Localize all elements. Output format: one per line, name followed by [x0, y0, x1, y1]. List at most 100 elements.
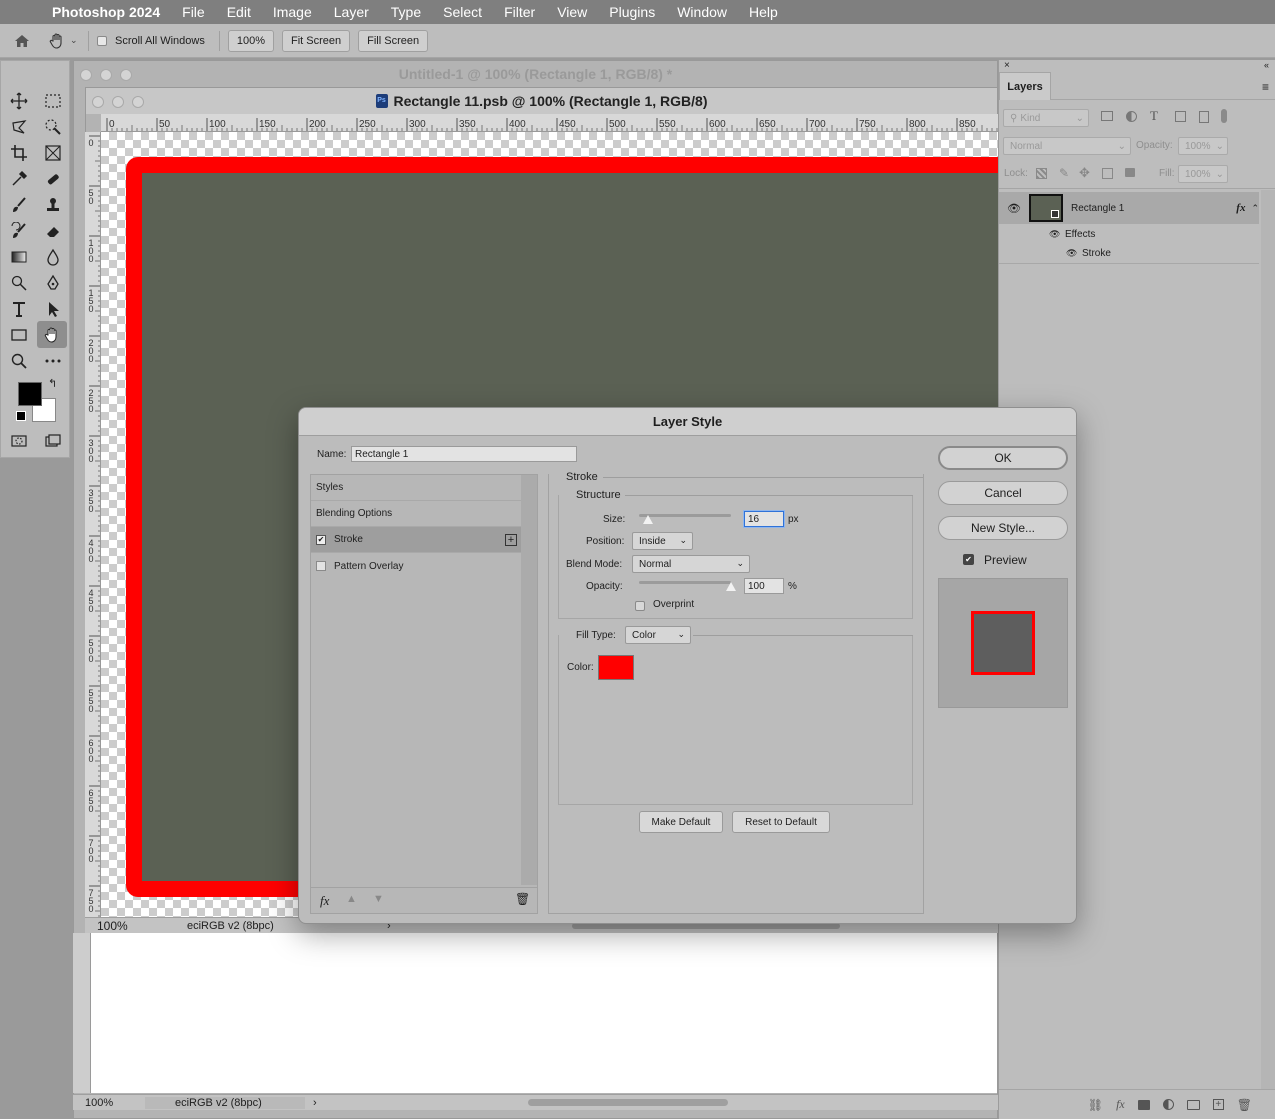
filter-kind-select[interactable]: ⚲ Kind ⌄: [1003, 109, 1089, 127]
make-default-button[interactable]: Make Default: [639, 811, 723, 833]
size-slider-thumb[interactable]: [643, 515, 654, 524]
overprint-checkbox[interactable]: [635, 601, 645, 611]
menu-window[interactable]: Window: [677, 4, 727, 20]
layer-name[interactable]: Rectangle 1: [1071, 203, 1236, 214]
filter-type-icon[interactable]: T: [1150, 108, 1158, 124]
quick-mask-icon[interactable]: [5, 429, 33, 453]
preview-checkbox[interactable]: ✔: [963, 554, 974, 565]
lock-artboard-icon[interactable]: [1102, 168, 1113, 179]
minimize-window-button[interactable]: [100, 69, 112, 81]
move-up-icon[interactable]: ▲: [346, 893, 357, 905]
screen-mode-icon[interactable]: [39, 429, 67, 453]
new-style-button[interactable]: New Style...: [938, 516, 1068, 540]
scroll-all-windows-checkbox[interactable]: [97, 35, 107, 46]
move-down-icon[interactable]: ▼: [373, 893, 384, 905]
filter-smart-object-icon[interactable]: [1199, 111, 1209, 123]
eyedropper-tool-icon[interactable]: [5, 167, 33, 191]
fx-icon[interactable]: fx: [1236, 202, 1245, 214]
size-input[interactable]: 16: [744, 511, 784, 527]
brush-tool-icon[interactable]: [5, 193, 33, 217]
panel-menu-icon[interactable]: ≡: [1262, 80, 1269, 94]
ruler-vertical[interactable]: 0501001502002503003504004505005506006507…: [85, 132, 101, 917]
blur-tool-icon[interactable]: [39, 245, 67, 269]
chevron-right-icon[interactable]: ›: [313, 1097, 317, 1109]
menu-plugins[interactable]: Plugins: [609, 4, 655, 20]
lasso-tool-icon[interactable]: [5, 115, 33, 139]
collapse-panel-icon[interactable]: «: [1264, 60, 1269, 70]
blend-mode-select[interactable]: Normal ⌄: [632, 555, 750, 573]
styles-item-pattern-overlay[interactable]: Pattern Overlay: [311, 553, 521, 579]
horizontal-scrollbar[interactable]: [528, 1099, 728, 1106]
layer-stroke-effect-row[interactable]: 👁 Stroke: [999, 243, 1259, 263]
lock-position-icon[interactable]: ✥: [1079, 165, 1090, 181]
reset-to-default-button[interactable]: Reset to Default: [732, 811, 830, 833]
swap-colors-icon[interactable]: ↰: [48, 377, 57, 390]
back-status-zoom[interactable]: 100%: [85, 1097, 145, 1109]
move-tool-icon[interactable]: [5, 89, 33, 113]
layer-name-input[interactable]: Rectangle 1: [351, 446, 577, 462]
filter-toggle-icon[interactable]: [1221, 109, 1227, 123]
fill-input[interactable]: 100% ⌄: [1178, 165, 1228, 183]
pattern-overlay-checkbox[interactable]: [316, 561, 326, 571]
default-colors-icon[interactable]: [16, 411, 26, 421]
dodge-tool-icon[interactable]: [5, 271, 33, 295]
lock-all-icon[interactable]: [1125, 168, 1135, 177]
minimize-window-button[interactable]: [112, 96, 124, 108]
gradient-tool-icon[interactable]: [5, 245, 33, 269]
eye-icon[interactable]: 👁: [1066, 248, 1082, 259]
close-window-button[interactable]: [80, 69, 92, 81]
crop-tool-icon[interactable]: [5, 141, 33, 165]
rectangle-tool-icon[interactable]: [5, 323, 33, 347]
menu-file[interactable]: File: [182, 4, 205, 20]
back-document-canvas[interactable]: [91, 933, 997, 1093]
zoom-window-button[interactable]: [132, 96, 144, 108]
fit-screen-button[interactable]: Fit Screen: [282, 29, 351, 52]
trash-icon[interactable]: 🗑: [1237, 1098, 1252, 1112]
more-tools-icon[interactable]: [39, 349, 67, 373]
fx-icon[interactable]: fx: [1116, 1097, 1125, 1112]
menu-view[interactable]: View: [557, 4, 587, 20]
link-layers-icon[interactable]: ⛓: [1088, 1098, 1103, 1112]
layer-row-rectangle-1[interactable]: 👁 Rectangle 1 fx ⌃: [999, 192, 1259, 224]
hand-icon[interactable]: [44, 32, 70, 50]
eye-icon[interactable]: 👁: [1049, 229, 1065, 240]
menu-type[interactable]: Type: [391, 4, 421, 20]
trash-icon[interactable]: 🗑: [515, 892, 530, 906]
blend-mode-select[interactable]: Normal ⌄: [1003, 137, 1131, 155]
fx-icon[interactable]: fx: [320, 893, 329, 909]
menu-help[interactable]: Help: [749, 4, 778, 20]
layers-scrollbar[interactable]: [1261, 190, 1275, 1090]
lock-transparent-icon[interactable]: [1036, 168, 1047, 179]
opacity-input[interactable]: 100: [744, 578, 784, 594]
fill-screen-button[interactable]: Fill Screen: [358, 29, 429, 52]
close-panel-icon[interactable]: ×: [1004, 60, 1010, 71]
styles-item-stroke[interactable]: ✔ Stroke +: [311, 527, 521, 553]
fill-type-select[interactable]: Color ⌄: [625, 626, 691, 644]
foreground-color-swatch[interactable]: [18, 382, 42, 406]
healing-brush-tool-icon[interactable]: [39, 167, 67, 191]
menu-image[interactable]: Image: [273, 4, 312, 20]
zoom-tool-icon[interactable]: [5, 349, 33, 373]
filter-pixel-icon[interactable]: [1101, 111, 1113, 121]
cancel-button[interactable]: Cancel: [938, 481, 1068, 505]
styles-list-scrollbar[interactable]: [521, 475, 537, 885]
eye-icon[interactable]: 👁: [999, 202, 1029, 215]
home-icon[interactable]: [0, 32, 44, 50]
path-selection-tool-icon[interactable]: [39, 297, 67, 321]
filter-adjustment-icon[interactable]: [1126, 111, 1137, 122]
pen-tool-icon[interactable]: [39, 271, 67, 295]
ruler-horizontal[interactable]: 0 50 100 150 200 250 300 350 400 450 500 550 600 650 7…: [101, 114, 998, 132]
chevron-down-icon[interactable]: ⌄: [70, 35, 88, 46]
front-status-zoom[interactable]: 100%: [97, 919, 157, 933]
layer-effects-row[interactable]: 👁 Effects: [999, 224, 1259, 244]
add-stroke-icon[interactable]: +: [505, 533, 517, 546]
opacity-slider-thumb[interactable]: [726, 582, 736, 591]
marquee-tool-icon[interactable]: [39, 89, 67, 113]
clone-stamp-tool-icon[interactable]: [39, 193, 67, 217]
ok-button[interactable]: OK: [938, 446, 1068, 470]
opacity-input[interactable]: 100% ⌄: [1178, 137, 1228, 155]
type-tool-icon[interactable]: [5, 297, 33, 321]
tab-layers[interactable]: Layers: [999, 72, 1051, 100]
position-select[interactable]: Inside ⌄: [632, 532, 693, 550]
styles-item-styles[interactable]: Styles: [311, 475, 521, 501]
